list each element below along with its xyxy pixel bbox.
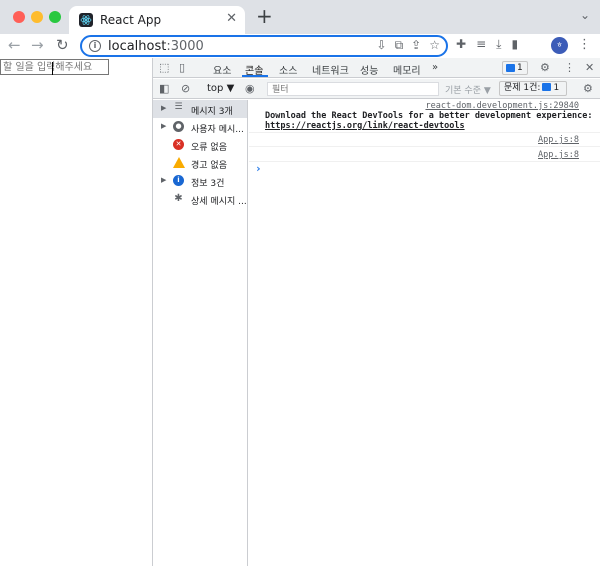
sidebar-item-messages[interactable]: ▶ ☰ 메시지 3개 [153, 100, 247, 118]
url-host: localhost [108, 39, 167, 54]
console-sidebar: ▶ ☰ 메시지 3개 ▶ ● 사용자 메시... ✕ 오류 없음 경고 없음 ▶… [153, 100, 248, 566]
maximize-window-button[interactable] [49, 11, 61, 23]
user-icon: ● [173, 121, 184, 132]
devtools-panel: ⬚ ▯ 요소 콘솔 소스 네트워크 성능 메모리 » 1 ⚙ ⋮ ✕ ◧ ⊘ t… [152, 58, 600, 566]
tab-sources[interactable]: 소스 [279, 62, 297, 77]
live-expression-eye-icon[interactable]: ◉ [245, 82, 255, 95]
console-settings-gear-icon[interactable]: ⚙ [583, 82, 593, 95]
console-output: react-dom.development.js:29840 Download … [249, 100, 600, 566]
url-text[interactable]: localhost:3000 [108, 39, 204, 54]
back-arrow-icon[interactable]: ← [8, 37, 21, 54]
tab-title: React App [100, 13, 162, 27]
sidebar-item-label: 경고 없음 [191, 161, 227, 171]
install-app-icon[interactable]: ⇩ [377, 38, 387, 53]
sidebar-item-label: 오류 없음 [191, 143, 227, 153]
tab-search-chevron-icon[interactable]: ⌄ [580, 8, 590, 22]
expand-arrow-icon[interactable]: ▶ [161, 122, 166, 130]
issues-badge-count: 1 [517, 63, 523, 73]
close-devtools-icon[interactable]: ✕ [585, 61, 594, 74]
log-message: Download the React DevTools for a better… [265, 111, 593, 121]
log-separator [249, 161, 600, 162]
context-selector[interactable]: top ▼ [207, 83, 234, 94]
react-devtools-link[interactable]: https://reactjs.org/link/react-devtools [265, 121, 465, 131]
settings-gear-icon[interactable]: ⚙ [540, 61, 550, 74]
info-icon: i [173, 175, 184, 186]
close-window-button[interactable] [13, 11, 25, 23]
browser-tab[interactable]: React App ✕ [69, 6, 245, 34]
translate-icon[interactable]: ⧉ [395, 38, 404, 53]
log-separator [249, 132, 600, 133]
log-source-link[interactable]: App.js:8 [538, 150, 579, 160]
more-tabs-button[interactable]: » [432, 62, 438, 73]
reload-icon[interactable]: ↻ [56, 37, 69, 54]
sidebar-item-label: 상세 메시지 ... [191, 197, 247, 207]
profile-avatar[interactable]: ㅎ [551, 37, 568, 54]
expand-arrow-icon[interactable]: ▶ [161, 104, 166, 112]
sidebar-item-verbose[interactable]: ✱ 상세 메시지 ... [153, 190, 247, 208]
browser-titlebar: React App ✕ + ⌄ [0, 0, 600, 34]
forward-arrow-icon[interactable]: → [31, 37, 44, 54]
bookmark-star-icon[interactable]: ☆ [429, 38, 440, 53]
device-toolbar-icon[interactable]: ▯ [179, 61, 185, 74]
expand-arrow-icon[interactable]: ▶ [161, 176, 166, 184]
tab-performance[interactable]: 성능 [360, 62, 378, 77]
sidebar-item-label: 메시지 3개 [191, 107, 233, 117]
issues-button[interactable]: 문제 1건: 1 [499, 81, 567, 96]
bug-icon: ✱ [174, 193, 183, 204]
url-port: :3000 [166, 39, 204, 54]
todo-input[interactable] [0, 59, 109, 75]
tab-elements[interactable]: 요소 [213, 62, 231, 77]
sidebar-item-errors[interactable]: ✕ 오류 없음 [153, 136, 247, 154]
browser-toolbar: ← → ↻ i localhost:3000 ⇩ ⧉ ⇪ ☆ ✚ ≡ ⤓ ▮ ㅎ… [0, 34, 600, 58]
sidebar-item-user-messages[interactable]: ▶ ● 사용자 메시... [153, 118, 247, 136]
browser-menu-icon[interactable]: ⋮ [578, 37, 591, 52]
new-tab-button[interactable]: + [256, 6, 273, 26]
sidebar-item-warnings[interactable]: 경고 없음 [153, 154, 247, 172]
tab-memory[interactable]: 메모리 [393, 62, 421, 77]
media-queue-icon[interactable]: ≡ [476, 37, 486, 52]
log-levels-dropdown[interactable]: 기본 수준 ▼ [445, 83, 491, 96]
log-separator [249, 146, 600, 147]
extensions-puzzle-icon[interactable]: ✚ [456, 37, 466, 52]
console-prompt[interactable]: › [255, 162, 262, 175]
chat-icon [542, 83, 552, 91]
list-icon: ☰ [174, 102, 183, 112]
side-panel-icon[interactable]: ▮ [511, 37, 518, 52]
active-tab-indicator [242, 75, 268, 77]
downloads-icon[interactable]: ⤓ [496, 37, 501, 52]
chat-icon [506, 64, 515, 72]
minimize-window-button[interactable] [31, 11, 43, 23]
text-cursor [52, 62, 53, 75]
log-source-link[interactable]: react-dom.development.js:29840 [425, 101, 579, 111]
address-bar[interactable]: i localhost:3000 ⇩ ⧉ ⇪ ☆ [80, 35, 448, 57]
sidebar-item-info[interactable]: ▶ i 정보 3건 [153, 172, 247, 190]
site-info-icon[interactable]: i [89, 40, 101, 52]
tab-network[interactable]: 네트워크 [312, 62, 349, 77]
issues-button-count: 1 [553, 83, 560, 93]
issues-label: 문제 1건: [504, 83, 541, 93]
warning-icon [173, 157, 185, 168]
console-toolbar: ◧ ⊘ top ▼ ◉ 기본 수준 ▼ 문제 1건: 1 ⚙ [153, 79, 600, 99]
clear-console-icon[interactable]: ⊘ [181, 82, 190, 95]
page-viewport [0, 58, 152, 566]
issues-badge[interactable]: 1 [502, 61, 528, 75]
show-sidebar-icon[interactable]: ◧ [159, 82, 169, 95]
react-logo-icon [79, 13, 93, 27]
devtools-tabbar: ⬚ ▯ 요소 콘솔 소스 네트워크 성능 메모리 » 1 ⚙ ⋮ ✕ [153, 58, 600, 78]
sidebar-item-label: 사용자 메시... [191, 125, 244, 135]
sidebar-item-label: 정보 3건 [191, 179, 225, 189]
tab-close-icon[interactable]: ✕ [226, 11, 237, 26]
inspect-element-icon[interactable]: ⬚ [159, 61, 169, 74]
log-source-link[interactable]: App.js:8 [538, 135, 579, 145]
devtools-menu-icon[interactable]: ⋮ [564, 61, 575, 74]
filter-input[interactable] [267, 82, 439, 96]
error-icon: ✕ [173, 139, 184, 150]
share-icon[interactable]: ⇪ [411, 38, 421, 53]
